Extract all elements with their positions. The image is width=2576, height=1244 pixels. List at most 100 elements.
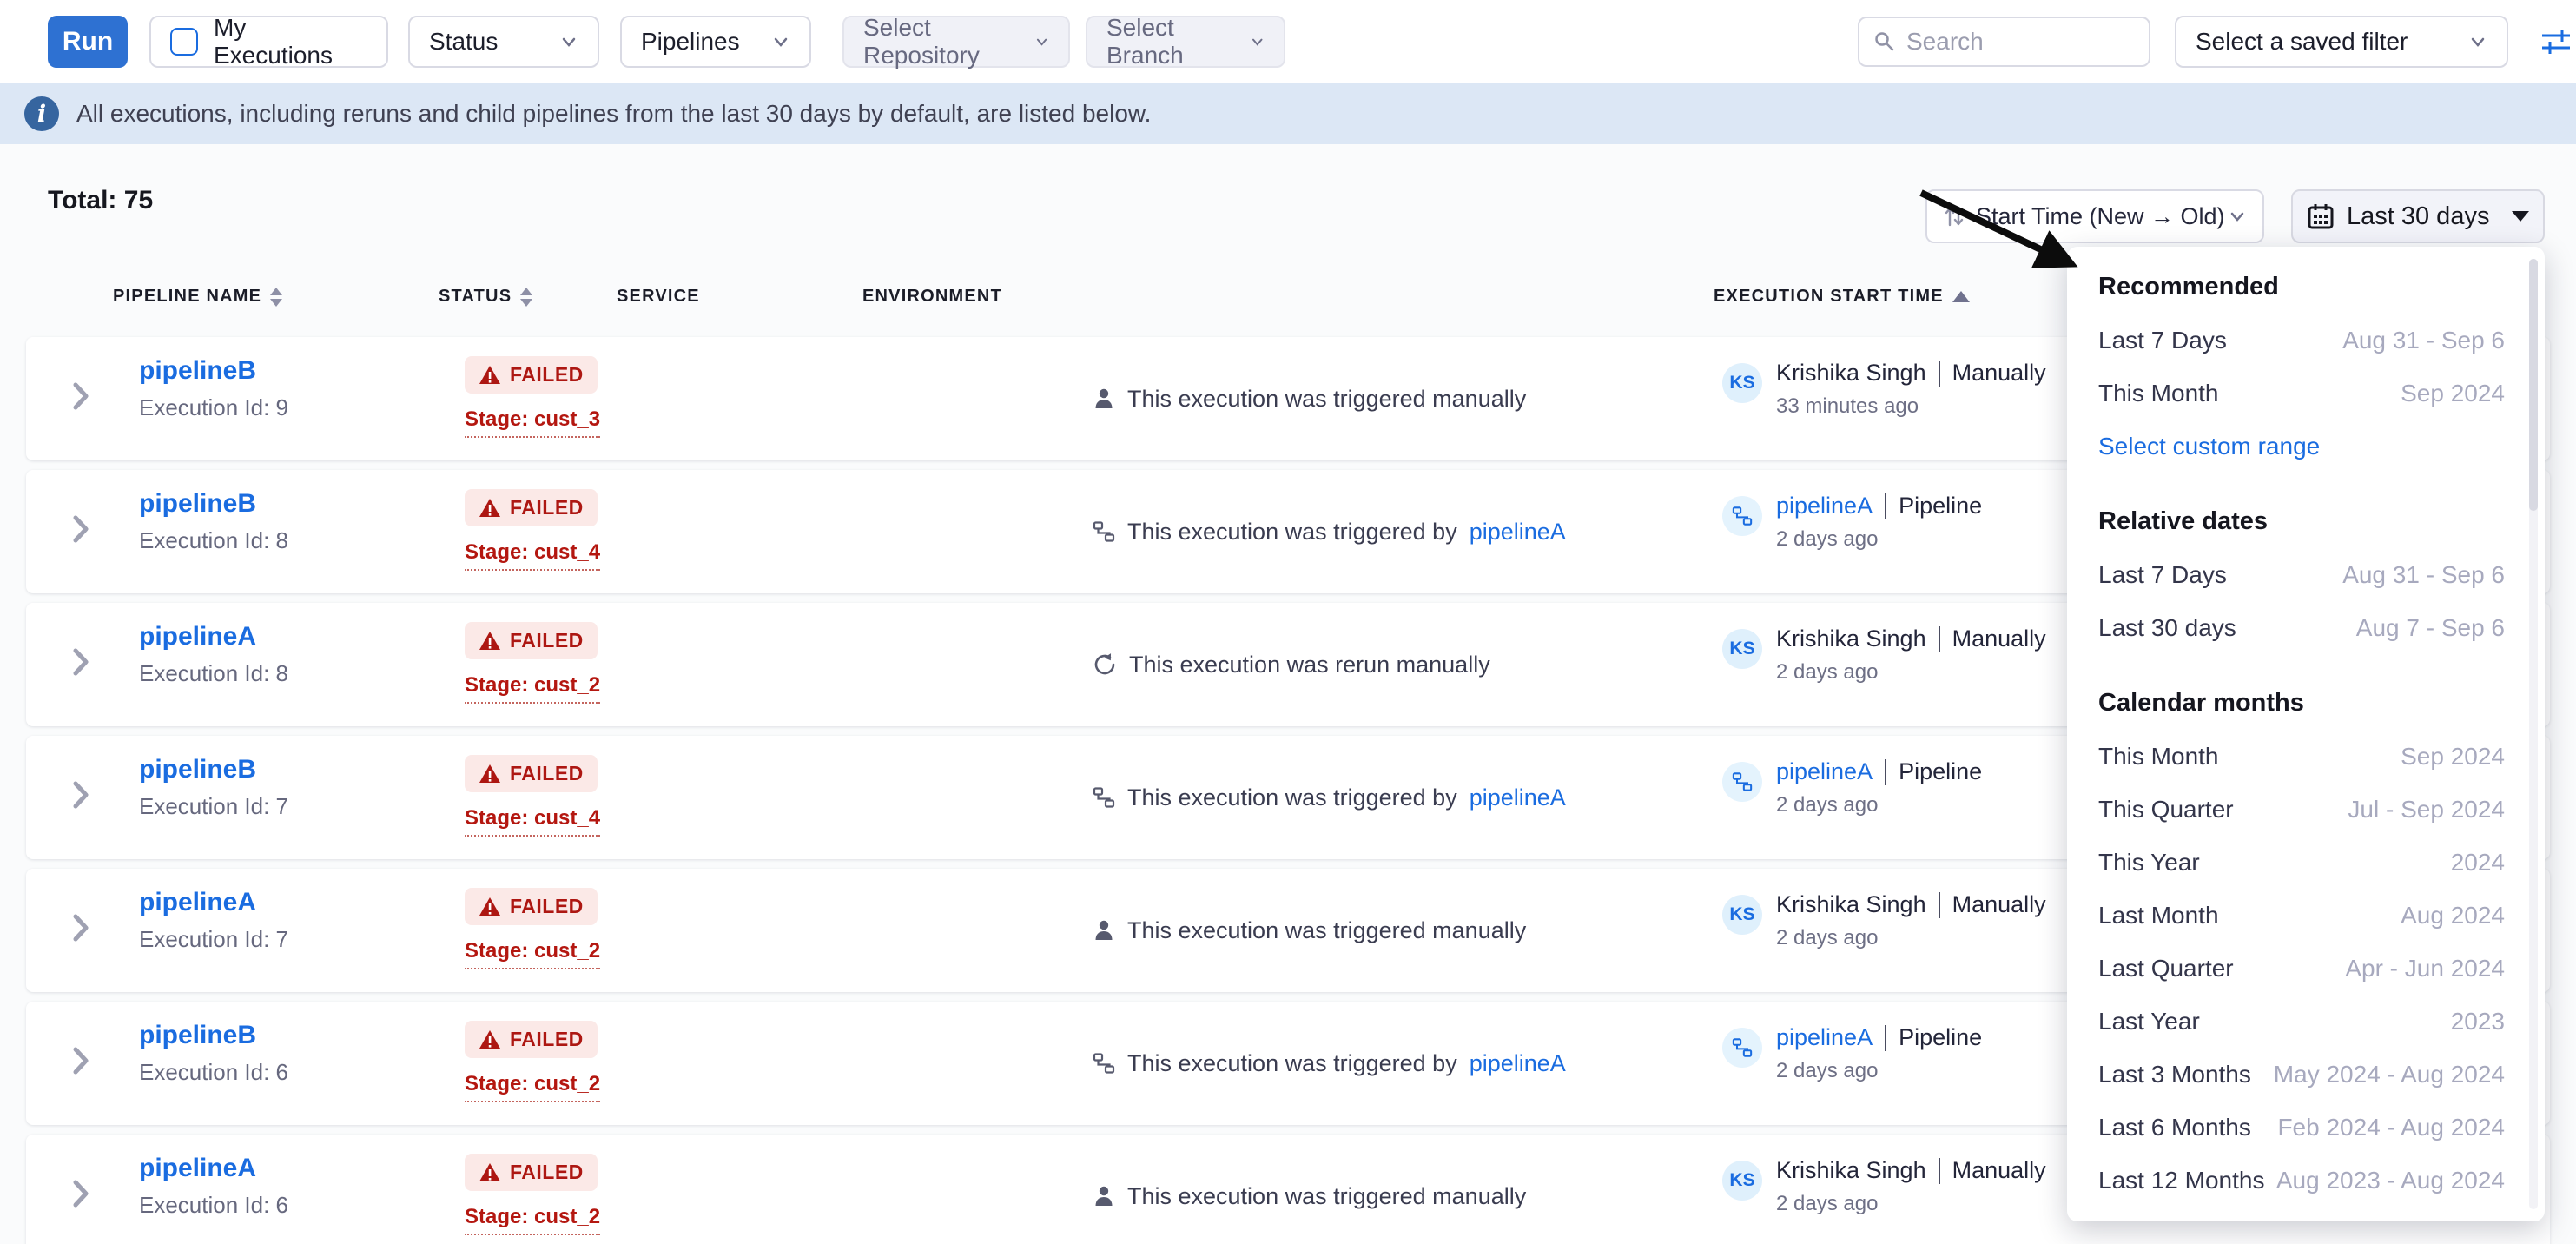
pipeline-name-link[interactable]: pipelineB xyxy=(139,356,288,386)
pipeline-avatar xyxy=(1722,762,1762,802)
user-icon xyxy=(1093,1184,1115,1208)
failed-stage-link[interactable]: Stage: cust_2 xyxy=(465,939,600,969)
chevron-down-icon xyxy=(1034,32,1049,51)
menu-item-last-30-days[interactable]: Last 30 daysAug 7 - Sep 6 xyxy=(2098,614,2505,642)
date-range-button[interactable]: Last 30 days xyxy=(2291,189,2545,243)
divider xyxy=(1939,626,1940,652)
warning-icon xyxy=(479,1029,501,1050)
menu-item-last-7-days-relative[interactable]: Last 7 DaysAug 31 - Sep 6 xyxy=(2098,561,2505,589)
branch-filter-dropdown[interactable]: Select Branch xyxy=(1086,16,1285,68)
trigger-type: Pipeline xyxy=(1899,758,1982,785)
repository-filter-label: Select Repository xyxy=(863,14,1012,69)
expand-chevron-icon[interactable] xyxy=(71,912,90,943)
column-header-execution-start-time[interactable]: EXECUTION START TIME xyxy=(1714,287,1970,307)
column-header-service: SERVICE xyxy=(617,287,700,307)
chevron-down-icon xyxy=(559,32,578,51)
trigger-pipeline-link[interactable]: pipelineA xyxy=(1470,519,1566,546)
search-box[interactable] xyxy=(1858,17,2150,67)
triggered-by-name: Krishika Singh xyxy=(1776,1157,1926,1184)
sort-toggle-icon[interactable] xyxy=(270,288,282,307)
failed-stage-link[interactable]: Stage: cust_4 xyxy=(465,540,600,571)
search-input[interactable] xyxy=(1906,28,2115,56)
pipelines-filter-dropdown[interactable]: Pipelines xyxy=(620,16,811,68)
pipeline-name-link[interactable]: pipelineB xyxy=(139,755,288,784)
info-icon: i xyxy=(24,96,59,131)
trigger-pipeline-link[interactable]: pipelineA xyxy=(1470,784,1566,811)
avatar: KS xyxy=(1722,895,1762,935)
column-header-status[interactable]: STATUS xyxy=(439,287,532,307)
filter-sliders-icon[interactable] xyxy=(2536,22,2576,62)
pipeline-name-link[interactable]: pipelineA xyxy=(139,622,288,652)
trigger-pipeline-link[interactable]: pipelineA xyxy=(1470,1050,1566,1077)
menu-item-last-month[interactable]: Last MonthAug 2024 xyxy=(2098,902,2505,930)
menu-item-last-year[interactable]: Last Year2023 xyxy=(2098,1008,2505,1036)
expand-chevron-icon[interactable] xyxy=(71,1045,90,1076)
scrollbar-thumb[interactable] xyxy=(2529,259,2538,511)
time-ago: 2 days ago xyxy=(1776,660,2046,685)
time-ago: 2 days ago xyxy=(1776,1192,2046,1216)
trigger-text: This execution was triggered manually xyxy=(1127,386,1526,413)
repository-filter-dropdown[interactable]: Select Repository xyxy=(842,16,1070,68)
triggered-by-pipeline-link[interactable]: pipelineA xyxy=(1776,1024,1873,1051)
triggered-by-name: Krishika Singh xyxy=(1776,891,1926,918)
my-executions-checkbox[interactable] xyxy=(170,28,198,56)
user-icon xyxy=(1093,918,1115,943)
branch-filter-label: Select Branch xyxy=(1106,14,1227,69)
trigger-text: This execution was triggered manually xyxy=(1127,917,1526,944)
chevron-down-icon xyxy=(2228,207,2247,226)
pipeline-name-link[interactable]: pipelineA xyxy=(139,888,288,917)
expand-chevron-icon[interactable] xyxy=(71,1178,90,1209)
failed-stage-link[interactable]: Stage: cust_2 xyxy=(465,1072,600,1102)
triggered-by-pipeline-link[interactable]: pipelineA xyxy=(1776,758,1873,785)
menu-item-this-quarter[interactable]: This QuarterJul - Sep 2024 xyxy=(2098,796,2505,824)
triggered-by-pipeline-link[interactable]: pipelineA xyxy=(1776,493,1873,519)
my-executions-toggle[interactable]: My Executions xyxy=(149,16,388,68)
run-button[interactable]: Run xyxy=(48,16,128,68)
menu-section-header: Relative dates xyxy=(2098,495,2505,548)
failed-stage-link[interactable]: Stage: cust_2 xyxy=(465,673,600,704)
warning-icon xyxy=(479,1162,501,1183)
menu-item-select-custom-range[interactable]: Select custom range xyxy=(2098,433,2505,460)
execution-id: Execution Id: 8 xyxy=(139,660,288,687)
time-ago: 2 days ago xyxy=(1776,926,2046,950)
menu-item-this-year[interactable]: This Year2024 xyxy=(2098,849,2505,877)
menu-item-last-6-months[interactable]: Last 6 MonthsFeb 2024 - Aug 2024 xyxy=(2098,1114,2505,1141)
pipeline-name-link[interactable]: pipelineB xyxy=(139,1021,288,1050)
column-header-pipeline-name[interactable]: PIPELINE NAME xyxy=(113,287,282,307)
sort-dropdown[interactable]: Start Time (New → Old) xyxy=(1925,189,2264,243)
failed-stage-link[interactable]: Stage: cust_2 xyxy=(465,1205,600,1235)
failed-stage-link[interactable]: Stage: cust_3 xyxy=(465,407,600,438)
menu-section-header: Calendar months xyxy=(2098,677,2505,730)
date-range-label: Last 30 days xyxy=(2347,202,2489,231)
expand-chevron-icon[interactable] xyxy=(71,380,90,412)
status-filter-label: Status xyxy=(429,28,498,56)
expand-chevron-icon[interactable] xyxy=(71,513,90,545)
menu-item-last-quarter[interactable]: Last QuarterApr - Jun 2024 xyxy=(2098,955,2505,983)
menu-item-this-month-calendar[interactable]: This MonthSep 2024 xyxy=(2098,743,2505,771)
sort-arrows-icon xyxy=(1943,203,1965,229)
caret-down-icon xyxy=(2512,211,2529,222)
menu-item-last-7-days[interactable]: Last 7 DaysAug 31 - Sep 6 xyxy=(2098,327,2505,354)
menu-item-last-12-months[interactable]: Last 12 MonthsAug 2023 - Aug 2024 xyxy=(2098,1167,2505,1194)
expand-chevron-icon[interactable] xyxy=(71,646,90,678)
menu-item-this-month[interactable]: This MonthSep 2024 xyxy=(2098,380,2505,407)
sort-toggle-icon[interactable] xyxy=(520,288,532,307)
chevron-down-icon xyxy=(771,32,790,51)
total-count: Total: 75 xyxy=(48,186,153,215)
avatar: KS xyxy=(1722,629,1762,669)
warning-icon xyxy=(479,365,501,386)
pipeline-name-link[interactable]: pipelineA xyxy=(139,1154,288,1183)
status-filter-dropdown[interactable]: Status xyxy=(408,16,599,68)
trigger-type: Manually xyxy=(1952,625,2046,652)
expand-chevron-icon[interactable] xyxy=(71,779,90,811)
saved-filter-dropdown[interactable]: Select a saved filter xyxy=(2175,16,2508,68)
pipeline-name-link[interactable]: pipelineB xyxy=(139,489,288,519)
trigger-text: This execution was rerun manually xyxy=(1129,652,1490,678)
trigger-type: Manually xyxy=(1952,1157,2046,1184)
info-banner-text: All executions, including reruns and chi… xyxy=(76,100,1151,128)
menu-item-last-3-months[interactable]: Last 3 MonthsMay 2024 - Aug 2024 xyxy=(2098,1061,2505,1088)
calendar-icon xyxy=(2307,202,2335,230)
pipeline-icon xyxy=(1732,506,1753,526)
trigger-type: Manually xyxy=(1952,360,2046,387)
failed-stage-link[interactable]: Stage: cust_4 xyxy=(465,806,600,837)
